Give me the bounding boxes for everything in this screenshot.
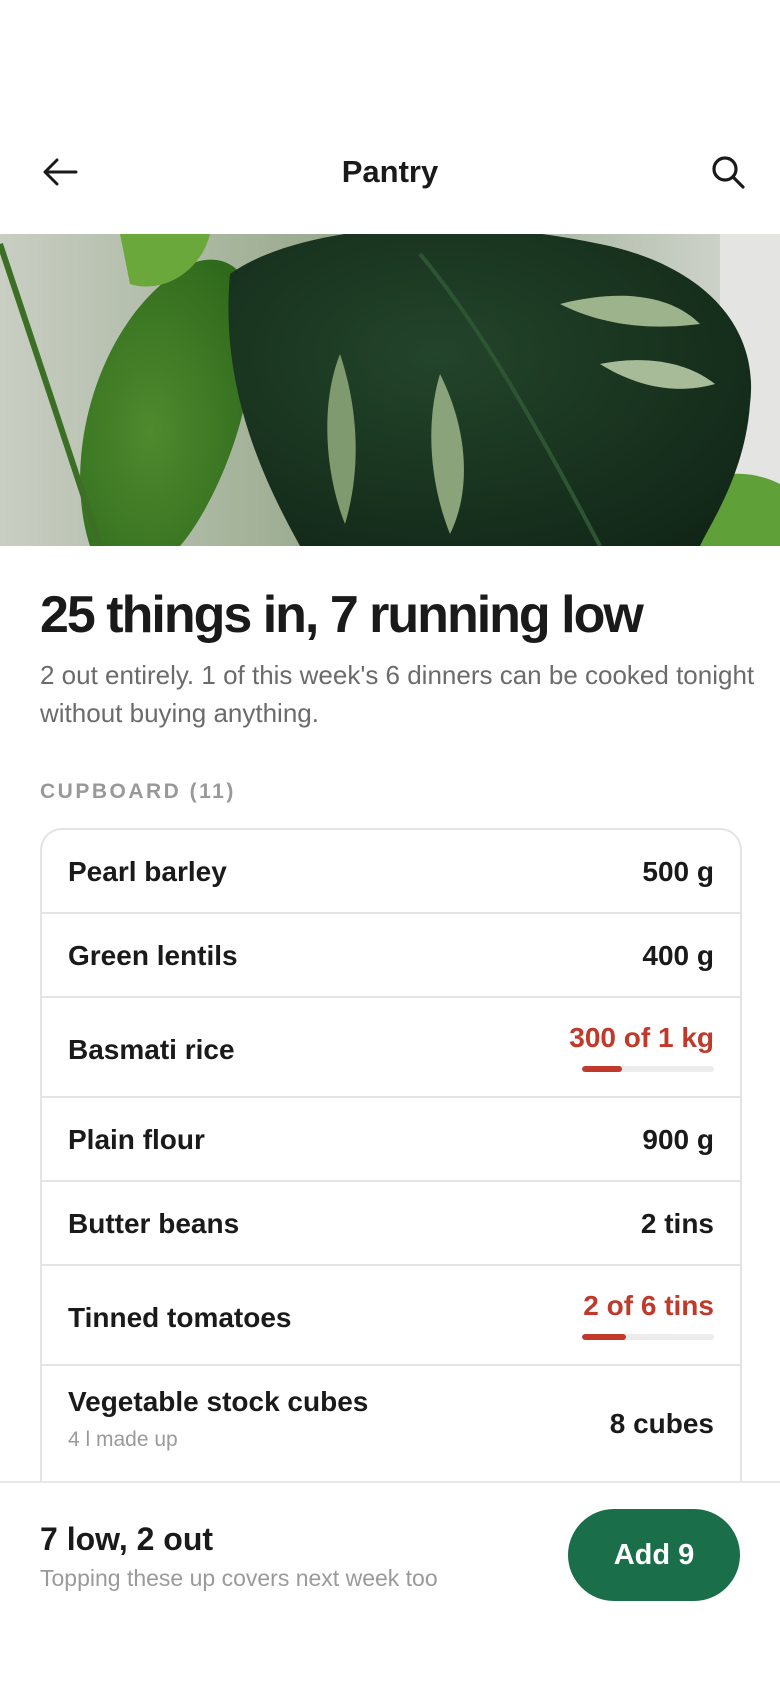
- list-item[interactable]: Green lentils 400 g: [42, 914, 740, 998]
- item-note: 4 l made up: [68, 1428, 178, 1451]
- item-quantity: 8 cubes: [609, 1408, 714, 1439]
- list-item[interactable]: Plain flour 900 g: [42, 1098, 740, 1182]
- summary-headline: 25 things in, 7 running low: [40, 586, 644, 644]
- item-quantity: 500 g: [642, 856, 714, 887]
- item-name: Plain flour: [68, 1124, 205, 1155]
- stock-level-fill: [582, 1334, 626, 1340]
- item-quantity: 2 tins: [640, 1208, 714, 1239]
- list-item[interactable]: Tinned tomatoes 2 of 6 tins: [42, 1266, 740, 1366]
- item-name: Tinned tomatoes: [68, 1302, 292, 1333]
- item-quantity-low: 300 of 1 kg: [569, 1022, 714, 1053]
- list-item[interactable]: Butter beans 2 tins: [42, 1182, 740, 1266]
- item-name: Green lentils: [68, 940, 238, 971]
- cupboard-list: Pearl barley 500 g Green lentils 400 g B…: [40, 828, 742, 1484]
- add-items-button[interactable]: Add 9: [568, 1509, 740, 1601]
- low-stock-hint: Topping these up covers next week too: [40, 1565, 438, 1591]
- page-title: Pantry: [341, 154, 439, 189]
- monstera-photo: [0, 234, 780, 546]
- summary-subtext: 2 out entirely. 1 of this week's 6 dinne…: [40, 660, 755, 728]
- search-button[interactable]: [706, 150, 750, 194]
- stock-level-fill: [582, 1066, 622, 1072]
- item-name: Basmati rice: [68, 1034, 235, 1065]
- list-item[interactable]: Vegetable stock cubes 4 l made up 8 cube…: [42, 1366, 740, 1484]
- list-item[interactable]: Pearl barley 500 g: [42, 830, 740, 914]
- stock-level-bar: [582, 1334, 714, 1340]
- item-quantity-low: 2 of 6 tins: [583, 1290, 714, 1321]
- search-icon: [712, 156, 745, 189]
- low-stock-summary: 7 low, 2 out: [40, 1521, 214, 1557]
- item-name: Pearl barley: [68, 856, 227, 887]
- hero-image: [0, 234, 780, 546]
- stock-level-bar: [582, 1066, 714, 1072]
- top-bar: Pantry: [0, 130, 780, 210]
- list-item[interactable]: Basmati rice 300 of 1 kg: [42, 998, 740, 1098]
- item-name: Vegetable stock cubes: [68, 1386, 369, 1417]
- item-quantity: 900 g: [642, 1124, 714, 1155]
- item-name: Butter beans: [68, 1208, 240, 1239]
- section-label-cupboard: CUPBOARD (11): [40, 780, 236, 803]
- bottom-action-bar: 7 low, 2 out Topping these up covers nex…: [0, 1481, 780, 1690]
- item-quantity: 400 g: [642, 940, 714, 971]
